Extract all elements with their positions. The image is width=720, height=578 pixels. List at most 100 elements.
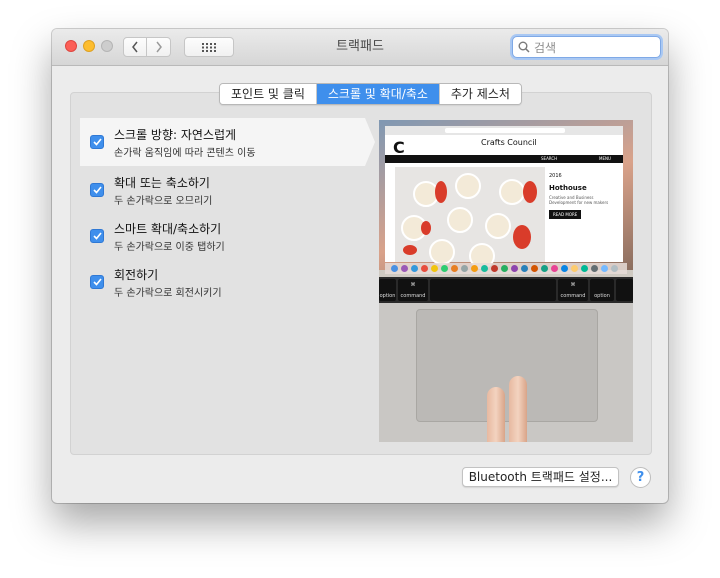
red-shape	[513, 225, 531, 249]
dock-app-icon	[461, 265, 468, 272]
site-title: Crafts Council	[481, 138, 537, 147]
red-shape	[435, 181, 447, 203]
grid-icon	[202, 42, 216, 52]
smart-zoom-checkbox[interactable]	[90, 229, 104, 243]
checkmark-icon	[92, 232, 102, 240]
option-title: 확대 또는 축소하기	[114, 176, 210, 190]
site-search-link: SEARCH	[541, 156, 558, 161]
option-subtitle: 두 손가락으로 오므리기	[114, 196, 213, 207]
trackpad-surface	[416, 309, 598, 422]
dock	[385, 263, 627, 274]
dock-app-icon	[531, 265, 538, 272]
settings-pane: 스크롤 방향: 자연스럽게 손가락 움직임에 따라 콘텐츠 이동 확대 또는 축…	[70, 92, 652, 455]
close-window-button[interactable]	[65, 40, 77, 52]
finger-left	[487, 387, 505, 442]
dock-app-icon	[501, 265, 508, 272]
dock-app-icon	[571, 265, 578, 272]
dock-app-icon	[401, 265, 408, 272]
cup-shape	[485, 213, 511, 239]
zoom-in-out-checkbox[interactable]	[90, 183, 104, 197]
dock-app-icon	[601, 265, 608, 272]
dock-app-icon	[591, 265, 598, 272]
dock-app-icon	[441, 265, 448, 272]
red-shape	[523, 181, 537, 203]
dock-app-icon	[541, 265, 548, 272]
zoom-window-button[interactable]	[101, 40, 113, 52]
red-shape	[403, 245, 417, 255]
selection-arrow	[365, 118, 375, 166]
article-description: Creative and Business Development for ne…	[549, 195, 609, 205]
option-subtitle: 손가락 움직임에 따라 콘텐츠 이동	[114, 148, 256, 159]
bluetooth-trackpad-setup-button[interactable]: Bluetooth 트랙패드 설정...	[462, 467, 619, 487]
dock-app-icon	[411, 265, 418, 272]
window-title: 트랙패드	[336, 39, 384, 54]
option-scroll-direction[interactable]: 스크롤 방향: 자연스럽게 손가락 움직임에 따라 콘텐츠 이동	[80, 118, 375, 166]
checkmark-icon	[92, 138, 102, 146]
dock-app-icon	[551, 265, 558, 272]
help-button[interactable]: ?	[630, 467, 651, 488]
option-smart-zoom[interactable]: 스마트 확대/축소하기 두 손가락으로 이중 탭하기	[80, 212, 365, 260]
cup-shape	[447, 207, 473, 233]
tab-bar: 포인트 및 클릭 스크롤 및 확대/축소 추가 제스처	[219, 83, 522, 105]
article-title: Hothouse	[549, 184, 587, 192]
gesture-preview-video: C Crafts Council SEARCH MENU 2016 Hothou…	[379, 120, 633, 442]
option-key-right: option	[590, 279, 614, 301]
chevron-right-icon	[155, 41, 162, 53]
site-nav-bar: SEARCH MENU	[385, 155, 623, 163]
dock-app-icon	[451, 265, 458, 272]
dock-app-icon	[561, 265, 568, 272]
site-menu-link: MENU	[599, 156, 611, 161]
command-key-right: ⌘ command	[558, 279, 588, 301]
dock-app-icon	[581, 265, 588, 272]
title-bar: 트랙패드 검색	[52, 29, 668, 66]
option-rotate[interactable]: 회전하기 두 손가락으로 회전시키기	[80, 258, 365, 306]
cup-shape	[499, 179, 525, 205]
cup-shape	[455, 173, 481, 199]
option-title: 회전하기	[114, 268, 159, 282]
show-all-button[interactable]	[184, 37, 234, 57]
article-date: 2016	[549, 173, 562, 179]
option-key-left: option	[379, 279, 396, 301]
back-button[interactable]	[123, 37, 147, 57]
tab-more-gestures[interactable]: 추가 제스처	[439, 84, 521, 104]
option-zoom-in-out[interactable]: 확대 또는 축소하기 두 손가락으로 오므리기	[80, 166, 365, 214]
dock-app-icon	[511, 265, 518, 272]
article-read-more: READ MORE	[549, 210, 582, 219]
dock-app-icon	[391, 265, 398, 272]
finger-right	[509, 376, 527, 442]
option-title: 스마트 확대/축소하기	[114, 222, 222, 236]
search-field[interactable]: 검색	[512, 36, 661, 58]
dock-app-icon	[431, 265, 438, 272]
dock-app-icon	[471, 265, 478, 272]
preview-browser-window: C Crafts Council SEARCH MENU 2016 Hothou…	[385, 126, 623, 269]
checkmark-icon	[92, 186, 102, 194]
browser-toolbar	[385, 126, 623, 135]
arrow-key	[616, 279, 633, 301]
dock-app-icon	[421, 265, 428, 272]
option-subtitle: 두 손가락으로 이중 탭하기	[114, 242, 225, 253]
option-subtitle: 두 손가락으로 회전시키기	[114, 288, 222, 299]
dock-app-icon	[521, 265, 528, 272]
preferences-window: 트랙패드 검색 포인트 및 클릭 스크롤 및 확대/축소 추가 제스처 스크롤 …	[52, 29, 668, 503]
option-title: 스크롤 방향: 자연스럽게	[114, 128, 237, 142]
rotate-checkbox[interactable]	[90, 275, 104, 289]
dock-trash-icon	[611, 265, 618, 272]
checkmark-icon	[92, 278, 102, 286]
hero-image	[395, 167, 545, 269]
search-placeholder: 검색	[534, 40, 557, 55]
tab-scroll-and-zoom[interactable]: 스크롤 및 확대/축소	[316, 84, 440, 104]
dock-app-icon	[481, 265, 488, 272]
scroll-direction-checkbox[interactable]	[90, 135, 104, 149]
space-bar	[430, 279, 556, 301]
search-icon	[518, 41, 530, 53]
dock-app-icon	[491, 265, 498, 272]
command-key-left: ⌘ command	[398, 279, 428, 301]
keyboard-row: option ⌘ command ⌘ command option	[379, 277, 633, 303]
cup-shape	[429, 239, 455, 265]
browser-address-bar	[445, 128, 565, 133]
chevron-left-icon	[132, 41, 138, 53]
tab-point-and-click[interactable]: 포인트 및 클릭	[220, 84, 317, 104]
minimize-window-button[interactable]	[83, 40, 95, 52]
red-shape	[421, 221, 431, 235]
forward-button[interactable]	[147, 37, 171, 57]
